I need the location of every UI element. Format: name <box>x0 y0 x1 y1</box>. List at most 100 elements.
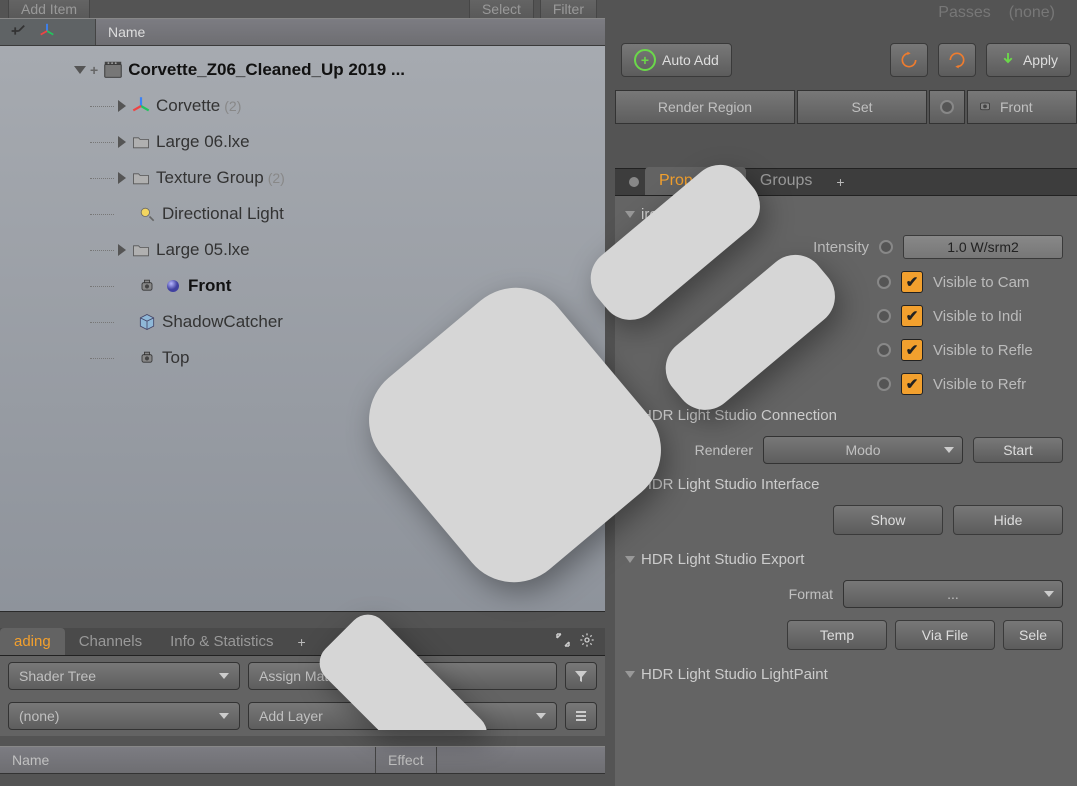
format-dropdown[interactable]: ... <box>843 580 1063 608</box>
section-hdr-connection[interactable]: HDR Light Studio Connection <box>615 401 1077 430</box>
start-button[interactable]: Start <box>973 437 1063 463</box>
list-icon[interactable] <box>565 702 597 730</box>
hierarchy-tree[interactable]: + Corvette_Z06_Cleaned_Up 2019 ... Corve… <box>0 46 605 612</box>
chevron-down-icon <box>944 447 954 453</box>
select-button[interactable]: Sele <box>1003 620 1063 650</box>
tab-properties[interactable]: Properties <box>645 167 746 195</box>
visible-camera-row: ✔ Visible to Cam <box>615 265 1077 299</box>
scene-icon <box>102 59 124 81</box>
apply-button[interactable]: Apply <box>986 43 1071 77</box>
passes-value[interactable]: (none) <box>1009 4 1055 22</box>
tab-shading[interactable]: ading <box>0 628 65 655</box>
tab-add-icon[interactable]: + <box>826 169 854 195</box>
sync-import-button[interactable] <box>890 43 928 77</box>
intensity-label: Intensity <box>813 239 869 256</box>
light-icon <box>136 203 158 225</box>
expand-icon[interactable] <box>74 66 86 74</box>
keyframe-dot[interactable] <box>879 240 893 254</box>
format-label: Format <box>789 586 833 602</box>
sync-export-button[interactable] <box>938 43 976 77</box>
visible-camera-checkbox[interactable]: ✔ <box>901 271 923 293</box>
camera-icon <box>976 97 994 118</box>
renderer-row: Renderer Modo Start <box>615 430 1077 470</box>
renderer-dropdown[interactable]: Modo <box>763 436 963 464</box>
expand-icon[interactable] <box>118 136 126 148</box>
expand-icon[interactable] <box>555 632 571 651</box>
tree-item[interactable]: Corvette (2) <box>4 88 601 124</box>
visible-refraction-checkbox[interactable]: ✔ <box>901 373 923 395</box>
auto-add-button[interactable]: + Auto Add <box>621 43 732 77</box>
section-hdr-interface[interactable]: HDR Light Studio Interface <box>615 470 1077 499</box>
folder-icon <box>130 167 152 189</box>
section-hdr-lightpaint[interactable]: HDR Light Studio LightPaint <box>615 660 1077 689</box>
axis-icon[interactable] <box>38 22 56 43</box>
keyframe-dot[interactable] <box>877 275 891 289</box>
visible-indirect-checkbox[interactable]: ✔ <box>901 305 923 327</box>
tab-info-statistics[interactable]: Info & Statistics <box>156 628 287 655</box>
add-layer-dropdown[interactable]: Add Layer <box>248 702 557 730</box>
visible-camera-label: Visible to Cam <box>933 274 1063 291</box>
tree-item-label: Large 05.lxe <box>156 240 250 260</box>
shader-tree-dropdown[interactable]: Shader Tree <box>8 662 240 690</box>
tree-item[interactable]: Top <box>4 340 601 376</box>
render-region-button[interactable]: Render Region <box>615 90 795 124</box>
via-file-button[interactable]: Via File <box>895 620 995 650</box>
tab-channels[interactable]: Channels <box>65 628 156 655</box>
tree-item-label: Corvette <box>156 96 220 116</box>
add-child-icon[interactable] <box>8 22 26 43</box>
tree-item[interactable]: Large 05.lxe <box>4 232 601 268</box>
tree-item[interactable]: Large 06.lxe <box>4 124 601 160</box>
properties-tab-bar: Properties Groups + <box>615 168 1077 196</box>
assign-material-dropdown[interactable]: Assign Material <box>248 662 557 690</box>
chevron-down-icon <box>1044 591 1054 597</box>
expand-icon[interactable] <box>118 100 126 112</box>
plus-icon[interactable]: + <box>90 62 98 78</box>
tree-item[interactable]: ShadowCatcher <box>4 304 601 340</box>
keyframe-dot[interactable] <box>877 377 891 391</box>
tree-item-count: (2) <box>268 170 285 186</box>
tree-item[interactable]: Front <box>4 268 601 304</box>
tab-groups[interactable]: Groups <box>746 167 826 195</box>
section-environment[interactable]: ironment <box>615 200 1077 229</box>
tree-root[interactable]: + Corvette_Z06_Cleaned_Up 2019 ... <box>4 52 601 88</box>
tree-root-label: Corvette_Z06_Cleaned_Up 2019 ... <box>128 60 405 80</box>
visible-reflection-checkbox[interactable]: ✔ <box>901 339 923 361</box>
render-region-bar: Render Region Set Front <box>615 90 1077 124</box>
col-name[interactable]: Name <box>0 747 376 773</box>
temp-button[interactable]: Temp <box>787 620 887 650</box>
col-effect[interactable]: Effect <box>376 747 437 773</box>
show-button[interactable]: Show <box>833 505 943 535</box>
keyframe-dot[interactable] <box>877 309 891 323</box>
expand-icon[interactable] <box>118 172 126 184</box>
hide-button[interactable]: Hide <box>953 505 1063 535</box>
camera-radio[interactable] <box>929 90 965 124</box>
hierarchy-name-column[interactable]: Name <box>95 19 605 45</box>
set-button[interactable]: Set <box>797 90 927 124</box>
visible-reflection-row: ✔ Visible to Refle <box>615 333 1077 367</box>
hierarchy-header: Name <box>0 18 605 46</box>
tree-item-label: Large 06.lxe <box>156 132 250 152</box>
bottom-tab-bar: ading Channels Info & Statistics + <box>0 628 605 656</box>
tree-item[interactable]: Texture Group (2) <box>4 160 601 196</box>
front-camera-button[interactable]: Front <box>967 90 1077 124</box>
expand-icon[interactable] <box>118 244 126 256</box>
tab-add-icon[interactable]: + <box>287 629 315 655</box>
visible-refraction-label: Visible to Refr <box>933 376 1063 393</box>
renderer-label: Renderer <box>695 442 753 458</box>
folder-icon <box>130 239 152 261</box>
keyframe-dot[interactable] <box>877 343 891 357</box>
left-top-toolbar: Add Item Select Filter <box>0 0 605 18</box>
section-hdr-export[interactable]: HDR Light Studio Export <box>615 545 1077 574</box>
chevron-down-icon <box>536 713 546 719</box>
intensity-input[interactable]: 1.0 W/srm2 <box>903 235 1063 259</box>
tree-item-count: (2) <box>224 98 241 114</box>
layer-none-dropdown[interactable]: (none) <box>8 702 240 730</box>
visible-indirect-label: Visible to Indi <box>933 308 1063 325</box>
filter-icon[interactable] <box>565 662 597 690</box>
gear-icon[interactable] <box>579 632 595 651</box>
format-row: Format ... <box>615 574 1077 614</box>
apply-icon <box>999 50 1017 71</box>
visible-indirect-row: ✔ Visible to Indi <box>615 299 1077 333</box>
passes-bar: Passes (none) <box>615 0 1077 26</box>
tree-item[interactable]: Directional Light <box>4 196 601 232</box>
